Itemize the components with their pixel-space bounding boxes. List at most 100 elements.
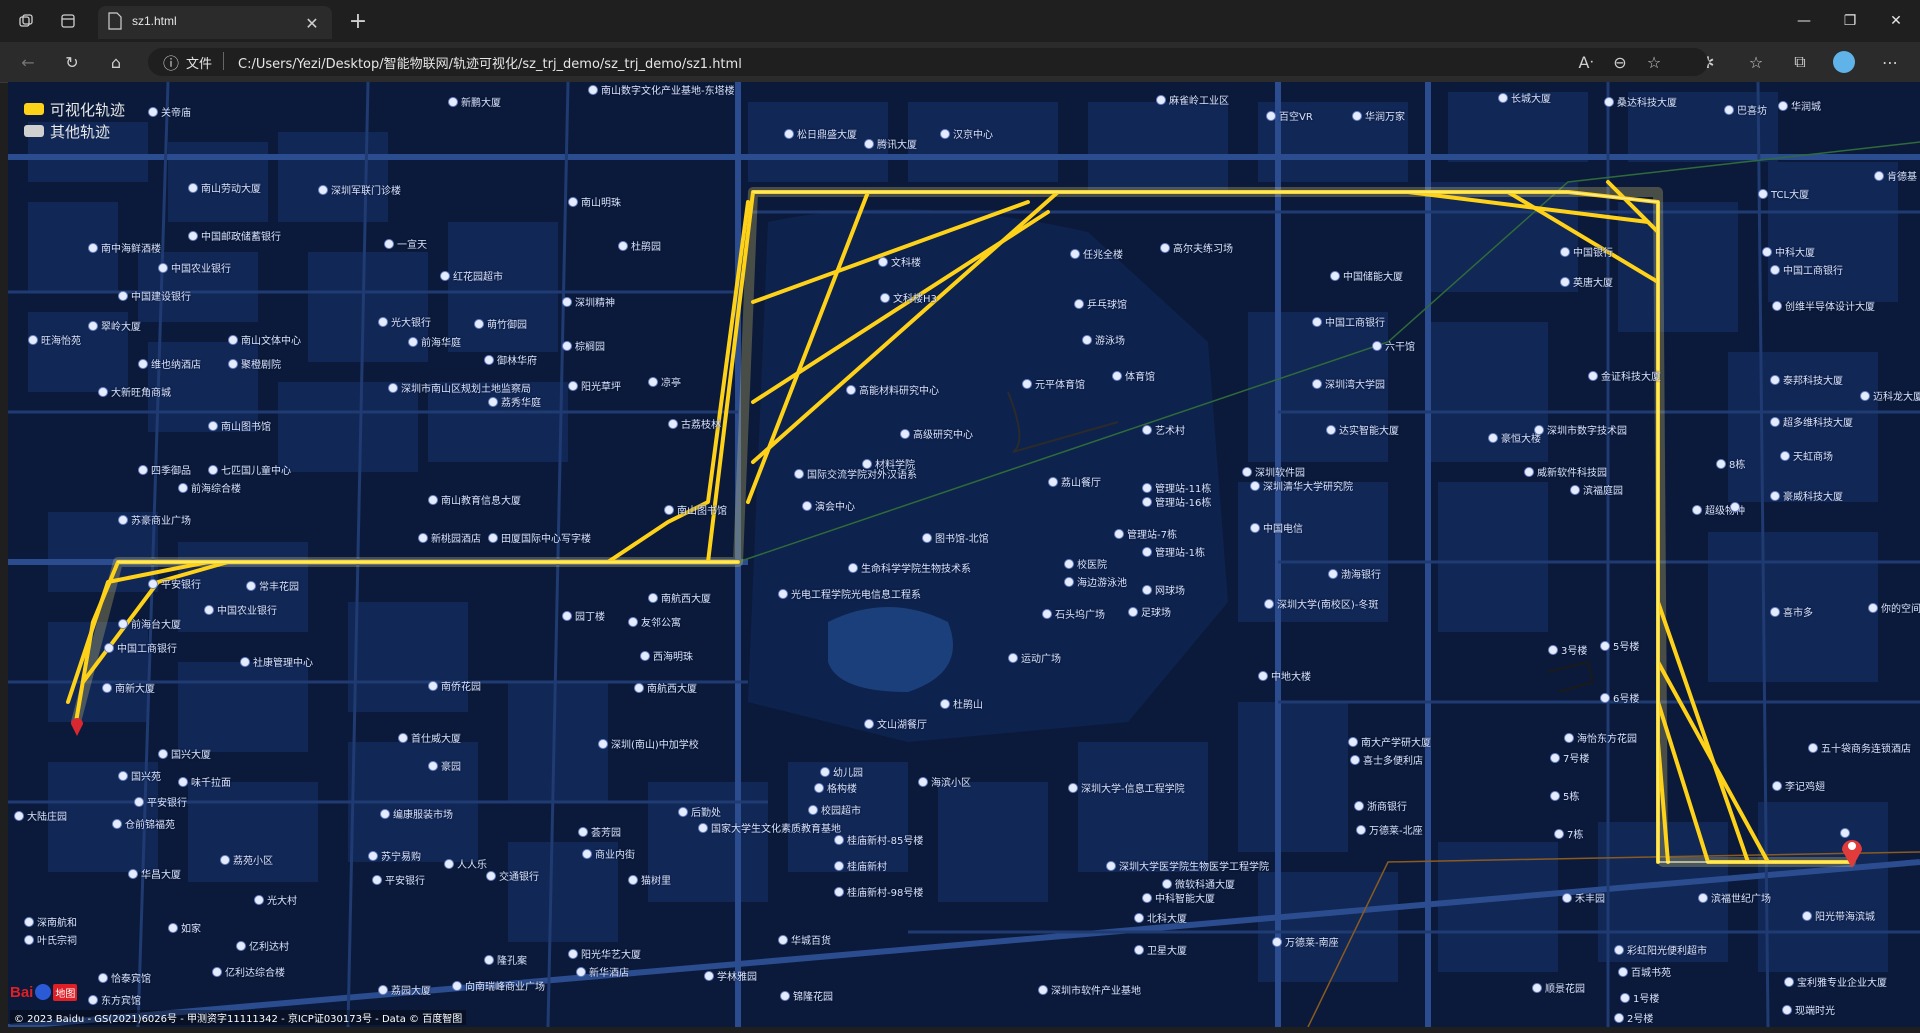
poi-label[interactable]: 达实智能大厦 [1326, 422, 1399, 437]
poi-label[interactable]: 关帝庙 [148, 104, 191, 119]
poi-label[interactable]: 深圳清华大学研究院 [1250, 478, 1353, 493]
poi-label[interactable]: 深圳精神 [562, 294, 615, 309]
poi-label[interactable]: 南山数字文化产业基地-东塔楼 [588, 82, 735, 97]
poi-label[interactable]: 华城百货 [778, 932, 831, 947]
poi-label[interactable]: 阳光带海滨城 [1802, 908, 1875, 923]
read-aloud-icon[interactable]: Aᐧ [1572, 48, 1600, 76]
profile-avatar[interactable] [1830, 48, 1858, 76]
poi-label[interactable]: 文科楼H3 [880, 290, 937, 305]
poi-label[interactable]: 创维半导体设计大厦 [1772, 298, 1875, 313]
poi-label[interactable]: 四季御品 [138, 462, 191, 477]
poi-label[interactable]: 南航西大厦 [648, 590, 711, 605]
poi-label[interactable]: 猫树里 [628, 872, 671, 887]
poi-label[interactable]: 乒乓球馆 [1074, 296, 1127, 311]
poi-label[interactable]: 高尔夫练习场 [1160, 240, 1233, 255]
poi-label[interactable]: 味千拉面 [178, 774, 231, 789]
poi-label[interactable]: 万德莱-南座 [1272, 934, 1339, 949]
poi-label[interactable]: 滨福世纪广场 [1698, 890, 1771, 905]
poi-label[interactable]: 南山劳动大厦 [188, 180, 261, 195]
poi-label[interactable]: 足球场 [1128, 604, 1171, 619]
poi-label[interactable]: 杜鹃园 [618, 238, 661, 253]
collections-icon[interactable]: ⧉ [1786, 48, 1814, 76]
poi-label[interactable]: 深圳军联门诊楼 [318, 182, 401, 197]
poi-label[interactable]: 腾讯大厦 [864, 136, 917, 151]
poi-label[interactable]: 光电工程学院光电信息工程系 [778, 586, 921, 601]
poi-label[interactable]: 人人乐 [444, 856, 487, 871]
poi-label[interactable]: 豪威科技大厦 [1770, 488, 1843, 503]
poi-label[interactable]: 8栋 [1716, 456, 1745, 471]
poi-label[interactable]: 松日鼎盛大厦 [784, 126, 857, 141]
info-icon[interactable]: ⓘ [160, 48, 182, 76]
poi-label[interactable]: 前海综合楼 [178, 480, 241, 495]
poi-label[interactable]: 聚橙剧院 [228, 356, 281, 371]
poi-label[interactable]: 南山教育信息大厦 [428, 492, 521, 507]
poi-label[interactable]: 阳光华艺大厦 [568, 946, 641, 961]
poi-label[interactable]: 深圳市南山区规划土地监察局 [388, 380, 531, 395]
poi-label[interactable]: 编康服装市场 [380, 806, 453, 821]
poi-label[interactable]: 万德莱-北座 [1356, 822, 1423, 837]
poi-label[interactable]: 体育馆 [1112, 368, 1155, 383]
poi-label[interactable]: 深圳软件园 [1242, 464, 1305, 479]
poi-label[interactable]: 锦隆花园 [780, 988, 833, 1003]
poi-label[interactable]: 网球场 [1142, 582, 1185, 597]
poi-label[interactable]: 六干馆 [1372, 338, 1415, 353]
poi-label[interactable]: 校园超市 [808, 802, 861, 817]
poi-label[interactable]: 国兴苑 [118, 768, 161, 783]
poi-label[interactable]: 英唐大厦 [1560, 274, 1613, 289]
poi-label[interactable]: 平安银行 [372, 872, 425, 887]
poi-label[interactable]: 国家大学生文化素质教育基地 [698, 820, 841, 835]
new-tab-icon[interactable]: + [344, 7, 372, 35]
poi-label[interactable]: 新桃园酒店 [418, 530, 481, 545]
poi-label[interactable]: 金证科技大厦 [1588, 368, 1661, 383]
add-favorite-icon[interactable]: ☆ [1640, 48, 1668, 76]
poi-label[interactable]: 大新旺角商城 [98, 384, 171, 399]
tab-sz1[interactable]: sz1.html ✕ [98, 6, 332, 39]
poi-label[interactable]: 天虹商场 [1780, 448, 1833, 463]
poi-label[interactable]: 南中海鲜酒楼 [88, 240, 161, 255]
poi-label[interactable]: 深圳市软件产业基地 [1038, 982, 1141, 997]
close-tab-icon[interactable]: ✕ [298, 9, 326, 37]
poi-label[interactable]: 深圳大学(南校区)-冬斑 [1264, 596, 1378, 611]
poi-label[interactable]: 7号楼 [1550, 750, 1589, 765]
poi-label[interactable]: 格构楼 [814, 780, 857, 795]
map-canvas[interactable]: 南山数字文化产业基地-东塔楼 新鹏大厦 关帝庙 南山劳动大厦 深圳军联门诊楼 中… [8, 82, 1920, 1027]
poi-label[interactable]: 杜鹃山 [940, 696, 983, 711]
poi-label[interactable] [1730, 502, 1743, 512]
poi-label[interactable]: 深圳湾大学园 [1312, 376, 1385, 391]
poi-label[interactable]: 中国邮政储蓄银行 [188, 228, 281, 243]
poi-label[interactable]: 校医院 [1064, 556, 1107, 571]
poi-label[interactable]: 棕榈园 [562, 338, 605, 353]
poi-label[interactable]: 肯德基 [1874, 168, 1917, 183]
poi-label[interactable]: 5号楼 [1600, 638, 1639, 653]
poi-label[interactable]: 管理站-7栋 [1114, 526, 1177, 541]
poi-label[interactable]: 南新大厦 [102, 680, 155, 695]
baidu-logo[interactable]: Bai 地图 [10, 980, 78, 1004]
restore-button[interactable]: ❐ [1828, 6, 1872, 36]
minimize-button[interactable]: — [1782, 6, 1826, 36]
poi-label[interactable]: 泰邦科技大厦 [1770, 372, 1843, 387]
poi-label[interactable]: 阳光草坪 [568, 378, 621, 393]
poi-label[interactable]: 宝利雅专业企业大厦 [1784, 974, 1887, 989]
poi-label[interactable]: 中科智能大厦 [1142, 890, 1215, 905]
poi-label[interactable]: 深圳大学-信息工程学院 [1068, 780, 1185, 795]
poi-label[interactable]: 社康管理中心 [240, 654, 313, 669]
poi-label[interactable]: 园丁楼 [562, 608, 605, 623]
poi-label[interactable]: 中国电信 [1250, 520, 1303, 535]
poi-label[interactable]: 微软科通大厦 [1162, 876, 1235, 891]
more-icon[interactable]: ⋯ [1876, 48, 1904, 76]
poi-label[interactable]: 李记鸡翅 [1772, 778, 1825, 793]
poi-label[interactable]: 巴喜坊 [1724, 102, 1767, 117]
poi-label[interactable]: 幼儿园 [820, 764, 863, 779]
poi-label[interactable]: 御林华府 [484, 352, 537, 367]
poi-label[interactable]: 荔山餐厅 [1048, 474, 1101, 489]
poi-label[interactable]: 你的空间 [1868, 600, 1920, 615]
poi-label[interactable]: 演会中心 [802, 498, 855, 513]
poi-label[interactable]: 新华酒店 [576, 964, 629, 979]
poi-label[interactable]: 海怡东方花园 [1564, 730, 1637, 745]
poi-label[interactable]: 超多维科技大厦 [1770, 414, 1853, 429]
poi-label[interactable]: 喜士多便利店 [1350, 752, 1423, 767]
poi-label[interactable]: 华润万家 [1352, 108, 1405, 123]
poi-label[interactable]: 荟芳园 [578, 824, 621, 839]
poi-label[interactable]: 友邻公寓 [628, 614, 681, 629]
poi-label[interactable]: 现端时光 [1782, 1002, 1835, 1017]
